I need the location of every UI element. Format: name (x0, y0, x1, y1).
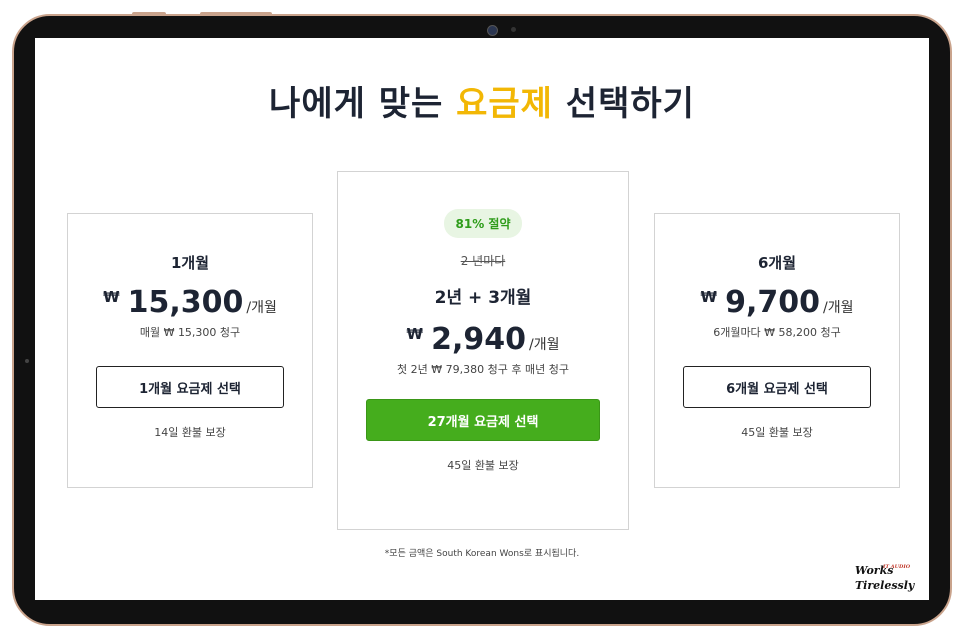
side-sensor-dot (25, 359, 29, 363)
price-amount: 15,300 (127, 285, 244, 320)
price-row: ₩9,700/개월 (655, 285, 899, 320)
price-unit: /개월 (246, 300, 277, 316)
billing-info: 매월 ₩ 15,300 청구 (139, 326, 241, 339)
currency-footnote: *모든 금액은 South Korean Wons로 표시됩니다. (384, 549, 580, 559)
currency-symbol: ₩ (406, 325, 424, 343)
plan-card-1-month: 1개월 ₩15,300/개월 매월 ₩ 15,300 청구 1개월 요금제 선택… (67, 213, 313, 488)
page-title: 나에게 맞는 요금제 선택하기 (35, 76, 929, 125)
savings-badge: 81% 절약 (443, 209, 523, 238)
plan-name: 6개월 (757, 254, 797, 272)
price-unit: /개월 (528, 337, 560, 353)
plan-card-6-months: 6개월 ₩9,700/개월 6개월마다 ₩ 58,200 청구 6개월 요금제 … (654, 213, 900, 488)
power-button (200, 12, 272, 16)
price-row: ₩2,940/개월 (338, 322, 628, 357)
select-6-month-plan-button[interactable]: 6개월 요금제 선택 (683, 366, 871, 408)
title-before: 나에게 맞는 (269, 84, 457, 124)
sensor-dot (511, 27, 516, 32)
watermark-tag: IT AUDIO (883, 564, 911, 570)
currency-symbol: ₩ (103, 288, 120, 306)
price-unit: /개월 (822, 300, 854, 316)
price-row: ₩15,300/개월 (68, 285, 312, 320)
camera-icon (487, 25, 498, 36)
original-period-strikethrough: 2 년마다 (460, 254, 506, 268)
billing-info: 첫 2년 ₩ 79,380 청구 후 매년 청구 (397, 363, 569, 376)
select-1-month-plan-button[interactable]: 1개월 요금제 선택 (96, 366, 284, 408)
title-after: 선택하기 (552, 84, 695, 124)
refund-guarantee: 45일 환불 보장 (447, 459, 519, 472)
plan-name: 1개월 (170, 254, 210, 272)
price-amount: 9,700 (725, 285, 820, 320)
pricing-screen: 나에게 맞는 요금제 선택하기 1개월 ₩15,300/개월 매월 ₩ 15,3… (35, 38, 929, 600)
watermark-line2: Tirelessly (855, 579, 915, 592)
select-27-month-plan-button[interactable]: 27개월 요금제 선택 (366, 399, 600, 441)
refund-guarantee: 45일 환불 보장 (741, 426, 813, 439)
billing-info: 6개월마다 ₩ 58,200 청구 (713, 326, 841, 339)
price-amount: 2,940 (431, 322, 526, 357)
plan-card-27-months: 81% 절약 2 년마다 2년 + 3개월 ₩2,940/개월 첫 2년 ₩ 7… (337, 171, 629, 530)
volume-button (132, 12, 166, 16)
plan-name: 2년 + 3개월 (434, 288, 532, 308)
watermark-logo: Works IT AUDIO Tirelessly (855, 564, 925, 596)
currency-symbol: ₩ (700, 288, 718, 306)
title-accent: 요금제 (456, 84, 553, 124)
refund-guarantee: 14일 환불 보장 (154, 426, 226, 439)
